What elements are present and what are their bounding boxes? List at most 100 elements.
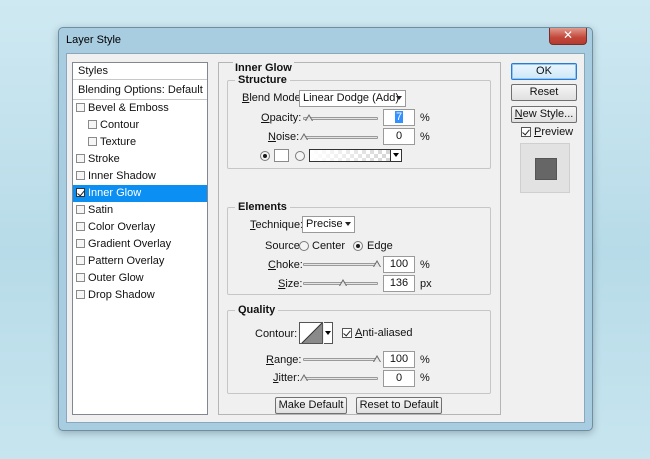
- size-input[interactable]: 136: [383, 275, 415, 292]
- source-edge-label[interactable]: Edge: [367, 240, 393, 252]
- style-checkbox[interactable]: [76, 239, 85, 248]
- anti-aliased-checkbox[interactable]: [342, 328, 352, 338]
- choke-slider-thumb[interactable]: [373, 260, 381, 269]
- contour-curve-icon: [301, 323, 322, 343]
- gradient-radio[interactable]: [295, 151, 305, 161]
- size-slider-thumb[interactable]: [339, 279, 347, 288]
- style-item-contour[interactable]: Contour: [73, 117, 207, 134]
- source-center-label[interactable]: Center: [312, 240, 345, 252]
- jitter-slider[interactable]: [300, 374, 378, 383]
- choke-slider[interactable]: [303, 260, 381, 269]
- size-unit: px: [420, 278, 432, 290]
- range-input[interactable]: 100: [383, 351, 415, 368]
- styles-list: Styles Blending Options: Default Bevel &…: [72, 62, 208, 415]
- elements-label: Elements: [235, 201, 290, 213]
- blend-mode-value: Linear Dodge (Add): [303, 92, 400, 104]
- style-checkbox[interactable]: [88, 120, 97, 129]
- dialog-client-area: Styles Blending Options: Default Bevel &…: [66, 53, 585, 423]
- style-checkbox[interactable]: [76, 205, 85, 214]
- opacity-input[interactable]: 7: [383, 109, 415, 126]
- panel-title: Inner Glow: [233, 62, 294, 74]
- technique-value: Precise: [306, 218, 343, 230]
- style-item-gradient-overlay[interactable]: Gradient Overlay: [73, 236, 207, 253]
- style-item-label: Stroke: [88, 153, 120, 165]
- style-checkbox[interactable]: [76, 222, 85, 231]
- noise-input[interactable]: 0: [383, 128, 415, 145]
- reset-button[interactable]: Reset: [511, 84, 577, 101]
- preview-checkbox[interactable]: [521, 127, 531, 137]
- style-item-satin[interactable]: Satin: [73, 202, 207, 219]
- technique-select[interactable]: Precise: [302, 216, 355, 233]
- style-checkbox[interactable]: [76, 188, 85, 197]
- make-default-button[interactable]: Make Default: [275, 397, 347, 414]
- style-checkbox[interactable]: [76, 171, 85, 180]
- style-checkbox[interactable]: [76, 273, 85, 282]
- style-item-label: Drop Shadow: [88, 289, 155, 301]
- style-item-pattern-overlay[interactable]: Pattern Overlay: [73, 253, 207, 270]
- choke-unit: %: [420, 259, 430, 271]
- blend-mode-label: Blend Mode:: [242, 92, 304, 104]
- structure-group: Structure Blend Mode: Linear Dodge (Add)…: [227, 74, 491, 169]
- glow-color-swatch[interactable]: [274, 149, 289, 162]
- size-slider[interactable]: [303, 279, 378, 288]
- anti-aliased-label[interactable]: Anti-aliased: [355, 327, 412, 339]
- range-label: Range:: [266, 354, 302, 366]
- source-edge-radio[interactable]: [353, 241, 363, 251]
- opacity-unit: %: [420, 112, 430, 124]
- style-item-outer-glow[interactable]: Outer Glow: [73, 270, 207, 287]
- preview-label[interactable]: Preview: [534, 126, 573, 138]
- blend-mode-select[interactable]: Linear Dodge (Add): [299, 90, 406, 107]
- styles-header[interactable]: Styles: [73, 63, 207, 80]
- opacity-slider[interactable]: [303, 114, 378, 123]
- contour-dropdown-button[interactable]: [324, 322, 333, 344]
- close-button[interactable]: ✕: [549, 28, 587, 45]
- solid-color-radio[interactable]: [260, 151, 270, 161]
- ok-button[interactable]: OK: [511, 63, 577, 80]
- blending-options-item[interactable]: Blending Options: Default: [73, 80, 207, 100]
- style-item-stroke[interactable]: Stroke: [73, 151, 207, 168]
- style-item-label: Satin: [88, 204, 114, 216]
- style-item-label: Texture: [100, 136, 137, 148]
- contour-picker[interactable]: [299, 322, 323, 344]
- range-slider[interactable]: [303, 355, 381, 364]
- style-item-drop-shadow[interactable]: Drop Shadow: [73, 287, 207, 304]
- style-item-inner-shadow[interactable]: Inner Shadow: [73, 168, 207, 185]
- structure-label: Structure: [235, 74, 290, 86]
- style-item-bevel-emboss[interactable]: Bevel & Emboss: [73, 100, 207, 117]
- window-title: Layer Style: [66, 34, 122, 46]
- noise-slider-thumb[interactable]: [300, 133, 308, 142]
- quality-group: Quality Contour: Anti-aliased Range: 100…: [227, 304, 491, 394]
- style-checkbox[interactable]: [76, 256, 85, 265]
- jitter-input[interactable]: 0: [383, 370, 415, 387]
- style-item-label: Inner Shadow: [88, 170, 156, 182]
- style-checkbox[interactable]: [88, 137, 97, 146]
- layer-style-dialog: Layer Style ✕ Styles Blending Options: D…: [58, 27, 593, 431]
- style-preview-thumbnail: [520, 143, 570, 193]
- chevron-down-icon[interactable]: [390, 150, 401, 161]
- source-label: Source:: [265, 240, 303, 252]
- source-center-radio[interactable]: [299, 241, 309, 251]
- style-checkbox[interactable]: [76, 290, 85, 299]
- chevron-down-icon: [396, 96, 402, 100]
- range-slider-thumb[interactable]: [373, 355, 381, 364]
- style-item-label: Gradient Overlay: [88, 238, 172, 250]
- style-item-label: Inner Glow: [88, 187, 142, 199]
- jitter-slider-thumb[interactable]: [300, 374, 308, 383]
- gradient-picker[interactable]: [309, 149, 402, 162]
- range-unit: %: [420, 354, 430, 366]
- opacity-slider-thumb[interactable]: [305, 114, 313, 123]
- style-item-inner-glow[interactable]: Inner Glow: [73, 185, 207, 202]
- elements-group: Elements Technique: Precise Source: Cent…: [227, 201, 491, 295]
- preview-swatch: [535, 158, 557, 180]
- close-icon: ✕: [562, 28, 574, 42]
- style-checkbox[interactable]: [76, 103, 85, 112]
- contour-label: Contour:: [255, 328, 298, 340]
- style-checkbox[interactable]: [76, 154, 85, 163]
- style-item-texture[interactable]: Texture: [73, 134, 207, 151]
- style-item-color-overlay[interactable]: Color Overlay: [73, 219, 207, 236]
- noise-slider[interactable]: [300, 133, 378, 142]
- choke-input[interactable]: 100: [383, 256, 415, 273]
- new-style-button[interactable]: New Style...: [511, 106, 577, 123]
- reset-to-default-button[interactable]: Reset to Default: [356, 397, 442, 414]
- title-bar[interactable]: Layer Style ✕: [59, 28, 592, 52]
